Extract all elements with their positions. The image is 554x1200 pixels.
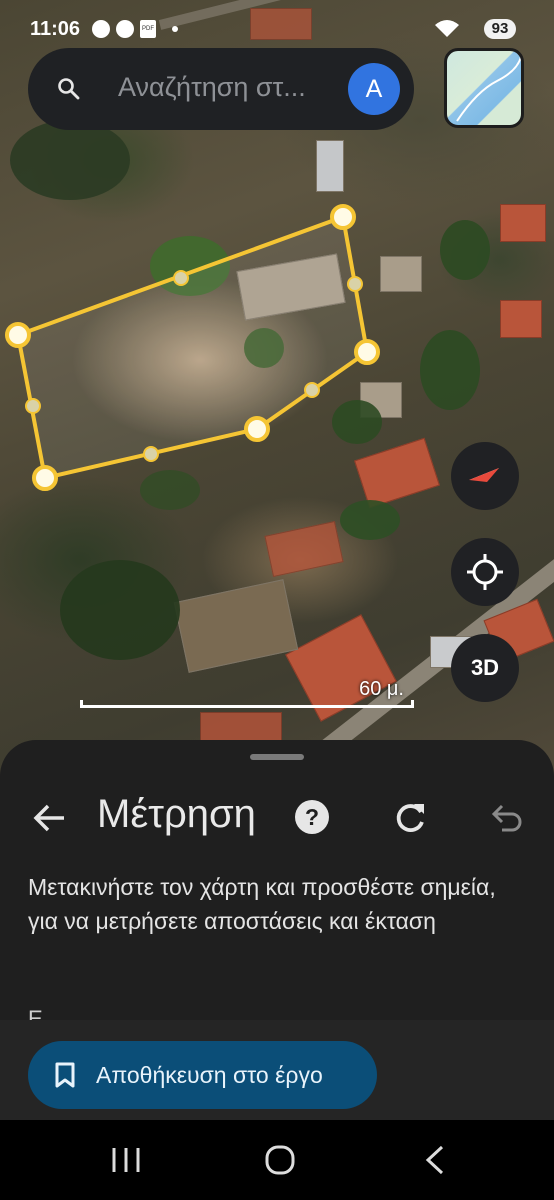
sheet-title: Μέτρηση <box>97 792 256 836</box>
save-button-label: Αποθήκευση στο έργο <box>96 1061 323 1088</box>
drag-handle[interactable] <box>250 754 304 760</box>
bookmark-icon <box>55 1062 75 1088</box>
avatar[interactable]: A <box>348 63 400 115</box>
notification-icons: PDF <box>92 20 178 38</box>
map-scale: 60 μ. <box>80 678 414 708</box>
undo-icon[interactable] <box>488 800 524 836</box>
scale-label: 60 μ. <box>359 678 404 700</box>
vertex-handle <box>5 322 31 348</box>
home-icon[interactable] <box>260 1142 300 1178</box>
clock: 11:06 <box>30 18 81 40</box>
wifi-icon <box>434 18 460 43</box>
vertex-handle <box>244 416 270 442</box>
vertex-handle <box>32 465 58 491</box>
battery-badge: 93 <box>484 19 516 39</box>
scale-bar <box>80 700 414 708</box>
instructions-text: Μετακινήστε τον χάρτη και προσθέστε σημε… <box>28 874 496 934</box>
vertex-handle <box>330 204 356 230</box>
crosshair-icon <box>467 554 503 590</box>
compass-button[interactable] <box>451 442 519 510</box>
midpoint-handle <box>347 276 363 292</box>
map-layers-button[interactable] <box>444 48 524 128</box>
search-input[interactable]: Αναζήτηση στ... <box>118 72 306 103</box>
midpoint-handle <box>304 382 320 398</box>
back-arrow-icon[interactable] <box>30 798 70 838</box>
sheet-footer: Αποθήκευση στο έργο <box>0 1020 554 1120</box>
map-thumbnail-icon <box>456 56 521 122</box>
cloud-upload-icon <box>116 20 134 38</box>
my-location-button[interactable] <box>451 538 519 606</box>
search-icon <box>58 78 80 100</box>
chat-icon <box>92 20 110 38</box>
clipped-text-fragment: Ε <box>28 1010 68 1020</box>
help-icon[interactable]: ? <box>295 800 329 834</box>
dot-icon <box>172 26 178 32</box>
pdf-icon: PDF <box>140 20 156 38</box>
measure-bottom-sheet[interactable]: Μέτρηση ? Μετακινήστε τον χάρτη και προσ… <box>0 740 554 1120</box>
search-bar[interactable]: Αναζήτηση στ... A <box>28 48 414 130</box>
compass-icon <box>469 468 499 482</box>
midpoint-handle <box>143 446 159 462</box>
midpoint-handle <box>173 270 189 286</box>
midpoint-handle <box>25 398 41 414</box>
recents-icon[interactable] <box>106 1142 146 1178</box>
refresh-icon[interactable] <box>390 798 430 838</box>
3d-button[interactable]: 3D <box>451 634 519 702</box>
save-to-project-button[interactable]: Αποθήκευση στο έργο <box>28 1041 377 1109</box>
measured-area <box>15 214 370 481</box>
vertex-handle <box>354 339 380 365</box>
system-nav-bar <box>0 1120 554 1200</box>
back-icon[interactable] <box>416 1142 456 1178</box>
